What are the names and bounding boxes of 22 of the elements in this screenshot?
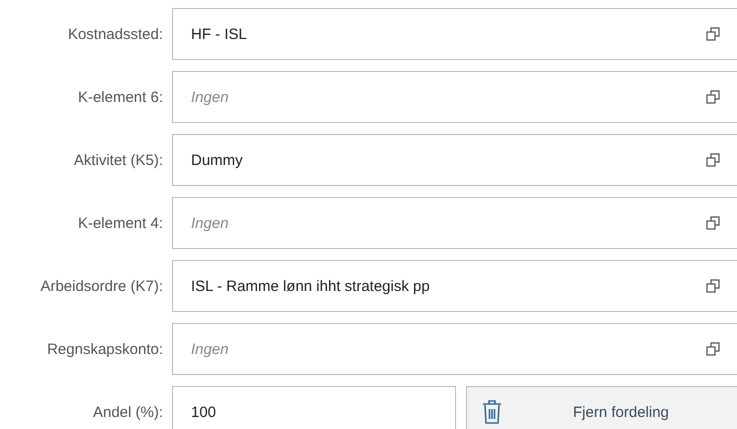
trash-icon xyxy=(481,399,503,425)
copy-icon[interactable] xyxy=(706,153,720,167)
input-field[interactable]: HF - ISL xyxy=(172,8,737,60)
field-label: Arbeidsordre (K7): xyxy=(39,278,164,294)
field-label: Andel (%): xyxy=(92,404,164,420)
remove-button[interactable]: Fjern fordeling xyxy=(466,386,737,429)
input-field[interactable]: Dummy xyxy=(172,134,737,186)
field-label: K-element 6: xyxy=(76,88,164,106)
copy-icon[interactable] xyxy=(706,216,720,230)
input-field[interactable]: Ingen xyxy=(172,323,737,375)
field-label: Regnskapskonto: xyxy=(46,340,164,358)
input-field[interactable]: Ingen xyxy=(172,71,737,123)
copy-icon[interactable] xyxy=(706,342,720,356)
field-label: K-element 4: xyxy=(76,214,164,232)
copy-icon[interactable] xyxy=(706,279,720,293)
copy-icon[interactable] xyxy=(706,90,720,104)
copy-icon[interactable] xyxy=(706,27,720,41)
input-field[interactable]: Ingen xyxy=(172,197,737,249)
field-label: Aktivitet (K5): xyxy=(72,152,164,168)
field-label: Kostnadssted: xyxy=(66,26,164,42)
input-field[interactable]: ISL - Ramme lønn ihht strategisk pp xyxy=(172,260,737,312)
input-field[interactable]: 100 xyxy=(172,386,456,429)
